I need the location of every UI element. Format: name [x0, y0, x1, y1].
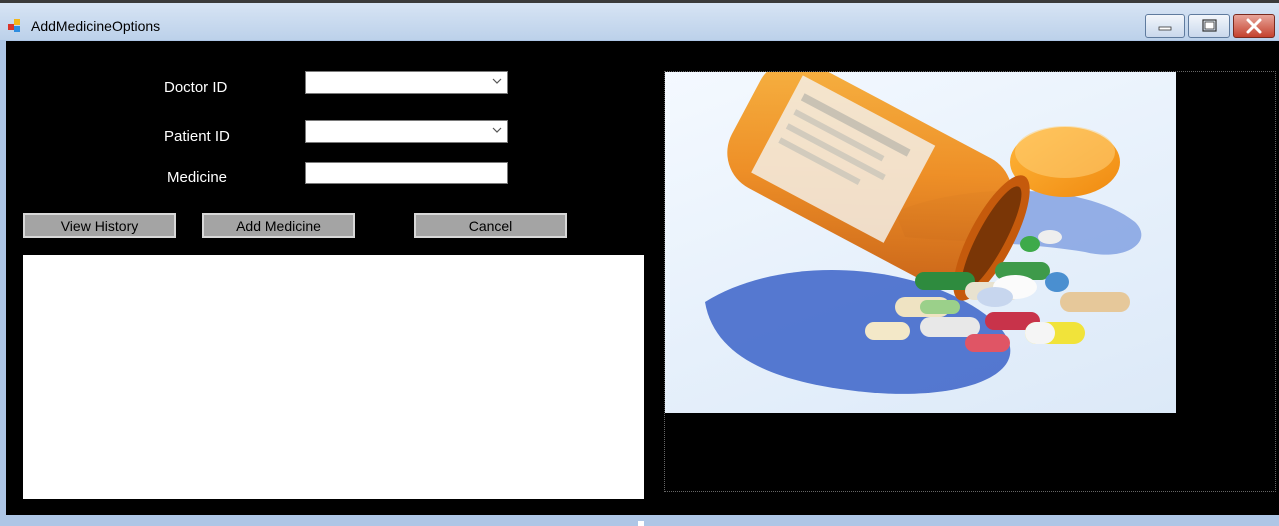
maximize-icon: [1202, 19, 1217, 32]
chevron-down-icon: [492, 127, 502, 133]
patient-id-label: Patient ID: [164, 128, 230, 145]
cancel-button[interactable]: Cancel: [414, 213, 567, 238]
history-grid[interactable]: [23, 255, 644, 499]
doctor-id-dropdown[interactable]: [305, 71, 508, 94]
add-medicine-button[interactable]: Add Medicine: [202, 213, 355, 238]
medicine-label: Medicine: [167, 169, 228, 186]
medicine-photo: [665, 72, 1176, 413]
title-bar[interactable]: AddMedicineOptions: [0, 3, 1279, 40]
resize-grip[interactable]: [638, 521, 644, 526]
patient-id-dropdown[interactable]: [305, 120, 508, 143]
minimize-icon: [1158, 26, 1172, 31]
view-history-button[interactable]: View History: [23, 213, 176, 238]
close-button[interactable]: [1233, 14, 1275, 38]
close-icon: [1246, 18, 1262, 34]
chevron-down-icon: [492, 78, 502, 84]
form-client-area: Doctor ID Patient ID Medicine View Histo…: [6, 41, 1279, 515]
picture-box: [664, 71, 1276, 492]
medicine-input[interactable]: [305, 162, 508, 184]
app-icon: [8, 19, 24, 33]
doctor-id-label: Doctor ID: [164, 79, 228, 96]
minimize-button[interactable]: [1145, 14, 1185, 38]
maximize-button[interactable]: [1188, 14, 1230, 38]
pill-bottle-image: [705, 72, 1142, 394]
window-title: AddMedicineOptions: [31, 18, 161, 34]
